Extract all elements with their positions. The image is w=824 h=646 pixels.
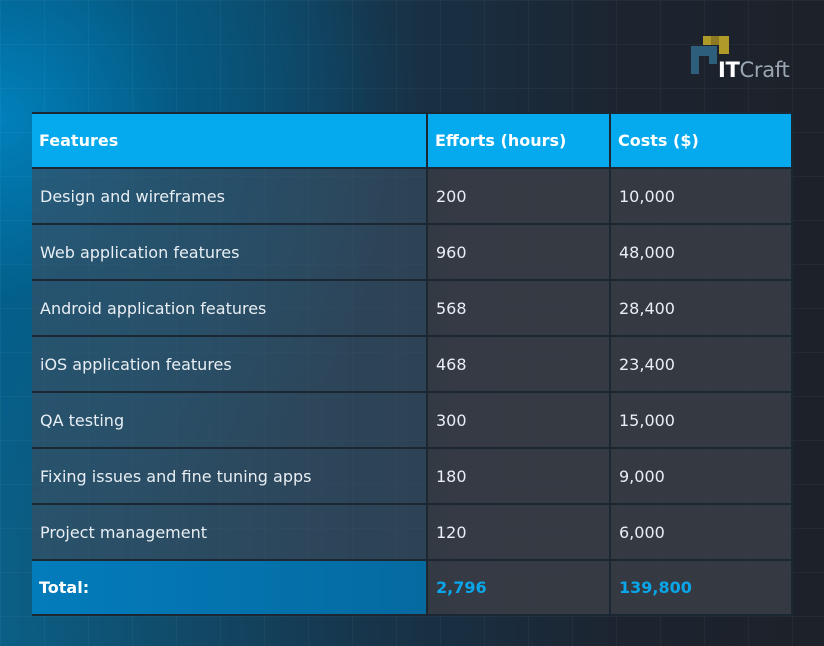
feature-cell: QA testing <box>32 391 428 449</box>
header-costs: Costs ($) <box>609 112 793 169</box>
feature-cell: Android application features <box>32 279 428 337</box>
total-hours: 2,796 <box>426 559 611 616</box>
table-row: iOS application features 468 23,400 <box>32 335 793 393</box>
table-row: Fixing issues and fine tuning apps 180 9… <box>32 447 793 505</box>
feature-cell: Web application features <box>32 223 428 281</box>
table-header: Features Efforts (hours) Costs ($) <box>32 112 793 169</box>
table-body: Design and wireframes 200 10,000 Web app… <box>32 167 793 561</box>
table-row: Project management 120 6,000 <box>32 503 793 561</box>
feature-cell: Design and wireframes <box>32 167 428 225</box>
feature-cell: Fixing issues and fine tuning apps <box>32 447 428 505</box>
table-row: Android application features 568 28,400 <box>32 279 793 337</box>
cost-cell: 6,000 <box>609 503 793 561</box>
header-features: Features <box>32 112 428 169</box>
hours-cell: 960 <box>426 223 611 281</box>
total-label: Total: <box>32 559 428 616</box>
total-cost: 139,800 <box>609 559 793 616</box>
cost-cell: 48,000 <box>609 223 793 281</box>
cost-cell: 9,000 <box>609 447 793 505</box>
hours-cell: 120 <box>426 503 611 561</box>
cost-cell: 15,000 <box>609 391 793 449</box>
table-row: Web application features 960 48,000 <box>32 223 793 281</box>
cost-cell: 28,400 <box>609 279 793 337</box>
hours-cell: 200 <box>426 167 611 225</box>
cost-estimate-table-container: Features Efforts (hours) Costs ($) Desig… <box>32 112 793 616</box>
cost-estimate-table: Features Efforts (hours) Costs ($) Desig… <box>32 112 793 616</box>
table-footer: Total: 2,796 139,800 <box>32 559 793 616</box>
hours-cell: 568 <box>426 279 611 337</box>
feature-cell: Project management <box>32 503 428 561</box>
header-efforts: Efforts (hours) <box>426 112 611 169</box>
header-row: Features Efforts (hours) Costs ($) <box>32 112 793 169</box>
table-row: Design and wireframes 200 10,000 <box>32 167 793 225</box>
hours-cell: 180 <box>426 447 611 505</box>
it-craft-logo: ITCraft <box>689 30 799 86</box>
cost-cell: 23,400 <box>609 335 793 393</box>
logo-craft-text: Craft <box>739 58 790 82</box>
logo-it-text: IT <box>718 58 740 82</box>
hours-cell: 300 <box>426 391 611 449</box>
logo-wordmark: ITCraft <box>718 58 790 82</box>
table-row: QA testing 300 15,000 <box>32 391 793 449</box>
hours-cell: 468 <box>426 335 611 393</box>
feature-cell: iOS application features <box>32 335 428 393</box>
cost-cell: 10,000 <box>609 167 793 225</box>
total-row: Total: 2,796 139,800 <box>32 559 793 616</box>
